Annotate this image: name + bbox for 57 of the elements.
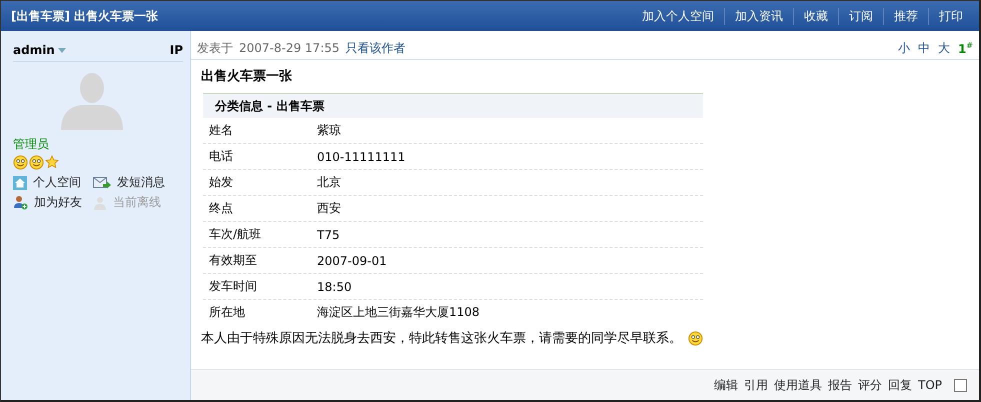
- font-size-link[interactable]: 大: [938, 40, 950, 56]
- star-icon: [45, 155, 59, 169]
- post-action-link[interactable]: 评分: [858, 376, 882, 394]
- field-value: T75: [317, 228, 340, 242]
- smiley-icon: [29, 155, 44, 170]
- field-value: 紫琼: [317, 122, 341, 139]
- post-action-link[interactable]: 报告: [828, 376, 852, 394]
- floor-number: 1$^{#}$: [958, 40, 973, 56]
- user-icon: [93, 196, 107, 210]
- field-label: 电话: [208, 148, 234, 165]
- font-size-link[interactable]: 中: [918, 40, 930, 56]
- smiley-icon: [13, 155, 28, 170]
- field-label: 终点: [208, 200, 234, 217]
- post-message: 本人由于特殊原因无法脱身去西安，特此转售这张火车票，请需要的同学尽早联系。: [201, 330, 682, 347]
- field-label: 所在地: [208, 304, 246, 321]
- field-value: 18:50: [317, 280, 352, 294]
- header-link[interactable]: 加入资讯: [724, 8, 793, 24]
- font-size-link[interactable]: 小: [898, 40, 910, 56]
- header-link[interactable]: 推荐: [883, 8, 928, 24]
- field-value: 西安: [317, 200, 341, 217]
- ip-label: IP: [170, 43, 183, 57]
- home-icon: [13, 176, 27, 190]
- post-title: 出售火车票一张: [201, 68, 293, 85]
- caret-icon: [58, 48, 66, 52]
- header-link[interactable]: 订阅: [838, 8, 883, 24]
- profile-link[interactable]: 发短消息: [93, 174, 183, 191]
- user-group: 管理员: [13, 136, 183, 153]
- post-action-link[interactable]: 引用: [744, 376, 768, 394]
- select-checkbox[interactable]: [954, 378, 967, 392]
- field-label: 车次/航班: [208, 226, 262, 243]
- info-heading: 分类信息 - 出售车票: [203, 94, 703, 118]
- field-value: 海淀区上地三街嘉华大厦1108: [317, 304, 480, 321]
- add-user-icon: [13, 195, 28, 210]
- username[interactable]: admin: [13, 43, 66, 57]
- field-label: 有效期至: [208, 252, 258, 269]
- post-action-link[interactable]: TOP: [918, 378, 942, 392]
- field-label: 姓名: [208, 122, 234, 139]
- post-action-link[interactable]: 使用道具: [774, 376, 822, 394]
- header-link[interactable]: 加入个人空间: [632, 8, 724, 24]
- header-link[interactable]: 收藏: [793, 8, 838, 24]
- field-value: 010-11111111: [317, 150, 406, 164]
- post-action-link[interactable]: 编辑: [714, 376, 738, 394]
- posted-time: 2007-8-29 17:55: [239, 41, 340, 55]
- field-label: 发车时间: [208, 278, 258, 295]
- posted-label: 发表于: [197, 40, 233, 56]
- smiley-icon: [688, 330, 703, 346]
- thread-title: [出售车票] 出售火车票一张: [11, 8, 158, 24]
- field-value: 2007-09-01: [317, 254, 387, 268]
- field-label: 始发: [208, 174, 234, 191]
- author-only-link[interactable]: 只看该作者: [346, 40, 406, 56]
- profile-link[interactable]: 个人空间: [13, 174, 93, 191]
- profile-link[interactable]: 加为好友: [13, 194, 93, 211]
- field-value: 北京: [317, 174, 341, 191]
- envelope-icon: [93, 176, 111, 190]
- post-action-link[interactable]: 回复: [888, 376, 912, 394]
- header-link[interactable]: 打印: [928, 8, 973, 24]
- avatar-silhouette: [61, 70, 123, 130]
